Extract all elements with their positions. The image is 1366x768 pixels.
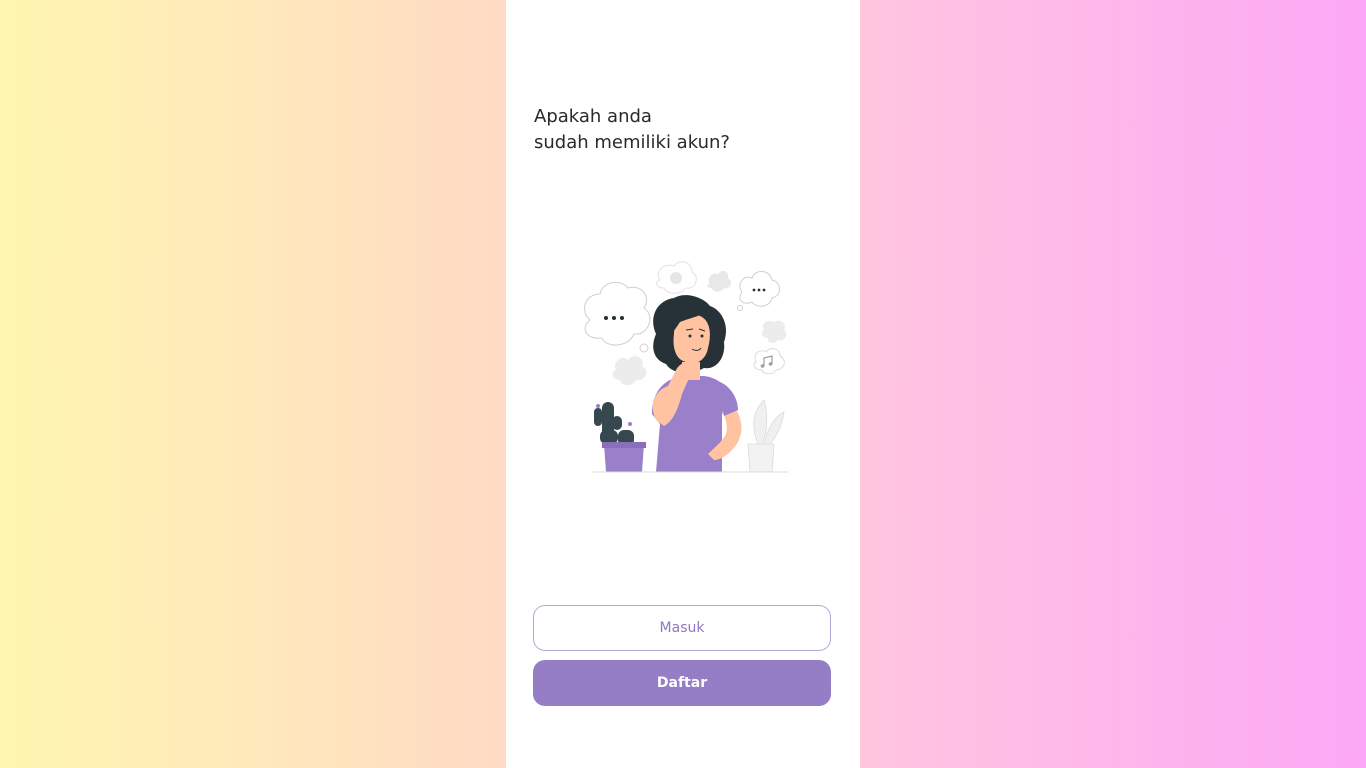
white-plant-icon [747,399,785,473]
question-line-1: Apakah anda [534,106,652,127]
app-screen: Apakah anda sudah memiliki akun? Masuk D… [506,0,860,768]
cactus-plant-icon [594,402,646,472]
thought-cloud-top-icon [656,261,697,294]
register-button[interactable]: Daftar [533,660,831,706]
music-note-icon [753,348,785,375]
thought-cloud-left-icon [584,281,651,353]
thinking-woman-icon [584,261,788,473]
thinking-woman-illustration [572,254,792,478]
question-line-2: sudah memiliki akun? [534,132,730,153]
thought-cloud-right-icon [737,271,780,311]
login-button[interactable]: Masuk [533,605,831,651]
account-question-heading: Apakah anda sudah memiliki akun? [534,104,834,156]
login-button-label: Masuk [659,620,705,636]
register-button-label: Daftar [656,675,708,691]
woman-figure-icon [652,295,742,472]
